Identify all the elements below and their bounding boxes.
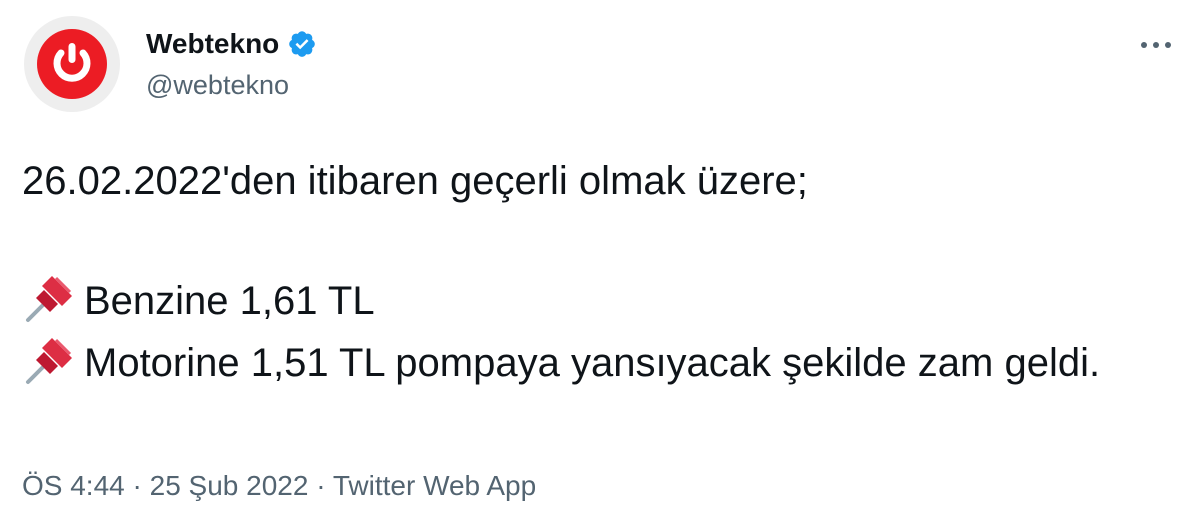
more-horizontal-icon (1141, 42, 1171, 48)
author-name-row: Webtekno (146, 28, 317, 60)
pushpin-icon (22, 268, 80, 326)
tweet-text: 26.02.2022'den itibaren geçerli olmak üz… (22, 152, 1172, 392)
tweet-source-link[interactable]: Twitter Web App (333, 470, 536, 501)
tweet-text-line-2: Benzine 1,61 TL (22, 268, 1172, 330)
meta-separator: · (132, 470, 142, 501)
tweet-time[interactable]: ÖS 4:44 (22, 470, 125, 501)
tweet-text-line-3: Motorine 1,51 TL pompaya yansıyacak şeki… (22, 330, 1172, 392)
tweet-text-spacer (22, 210, 1172, 268)
power-logo-icon (37, 29, 107, 99)
tweet-card: Webtekno @webtekno 26.02.2022'den itibar… (0, 0, 1200, 522)
author-display-name[interactable]: Webtekno (146, 28, 279, 60)
author-handle[interactable]: @webtekno (146, 70, 289, 101)
avatar[interactable] (24, 16, 120, 112)
motorine-price-text: Motorine 1,51 TL pompaya yansıyacak şeki… (84, 341, 1101, 385)
pushpin-icon (22, 330, 80, 388)
verified-badge-icon (287, 29, 317, 59)
tweet-date[interactable]: 25 Şub 2022 (150, 470, 309, 501)
tweet-text-line-1: 26.02.2022'den itibaren geçerli olmak üz… (22, 159, 808, 203)
meta-separator: · (316, 470, 326, 501)
tweet-meta: ÖS 4:44 · 25 Şub 2022 · Twitter Web App (22, 470, 536, 502)
benzine-price-text: Benzine 1,61 TL (84, 279, 375, 323)
more-options-button[interactable] (1136, 30, 1176, 60)
